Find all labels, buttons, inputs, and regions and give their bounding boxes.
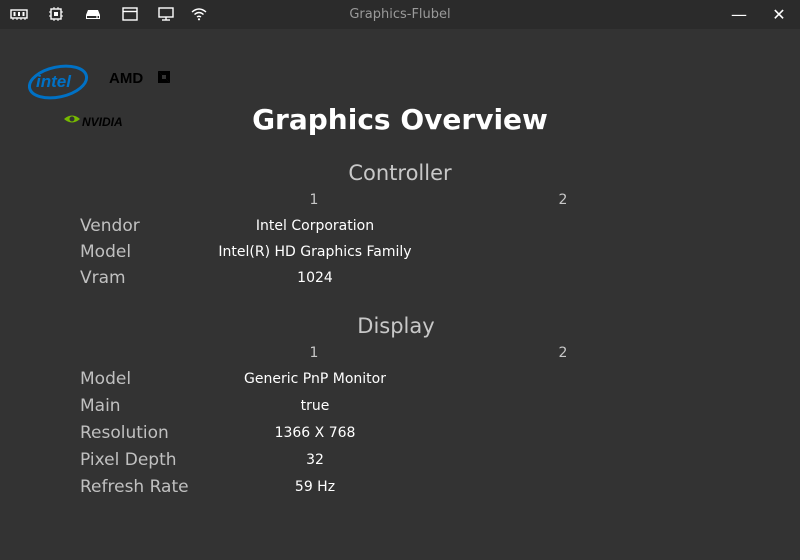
- window-title: Graphics-Flubel: [349, 7, 451, 22]
- controller-column-1: 1: [309, 192, 319, 208]
- app-window: Graphics-Flubel — ✕ intel AMD NVIDIA Gra…: [0, 0, 800, 560]
- display-resolution-value: 1366 X 768: [274, 425, 356, 441]
- page-title: Graphics Overview: [252, 103, 548, 136]
- controller-vendor-label: Vendor: [80, 216, 140, 236]
- close-button[interactable]: ✕: [756, 0, 800, 29]
- controller-model-label: Model: [80, 242, 132, 262]
- display-pixel-depth-value: 32: [306, 452, 324, 468]
- amd-logo-text: AMD: [109, 70, 143, 86]
- display-column-2: 2: [558, 345, 568, 361]
- controller-column-2: 2: [558, 192, 568, 208]
- title-bar[interactable]: Graphics-Flubel — ✕: [0, 0, 800, 29]
- display-resolution-label: Resolution: [80, 423, 169, 443]
- display-refresh-rate-value: 59 Hz: [294, 479, 336, 495]
- intel-logo-text: intel: [36, 72, 72, 91]
- amd-logo: AMD: [108, 68, 174, 87]
- display-model-label: Model: [80, 369, 132, 389]
- display-refresh-rate-label: Refresh Rate: [80, 477, 189, 497]
- display-main-label: Main: [80, 396, 121, 416]
- display-section-title: Display: [357, 314, 435, 338]
- controller-vendor-value: Intel Corporation: [255, 218, 375, 234]
- display-main-value: true: [300, 398, 330, 414]
- display-model-value: Generic PnP Monitor: [244, 371, 386, 387]
- display-pixel-depth-label: Pixel Depth: [80, 450, 177, 470]
- controller-section-title: Controller: [348, 161, 452, 185]
- intel-logo: intel: [27, 60, 92, 102]
- controller-model-value: Intel(R) HD Graphics Family: [218, 244, 412, 260]
- display-column-1: 1: [309, 345, 319, 361]
- controller-vram-value: 1024: [297, 270, 333, 286]
- controller-vram-label: Vram: [80, 268, 126, 288]
